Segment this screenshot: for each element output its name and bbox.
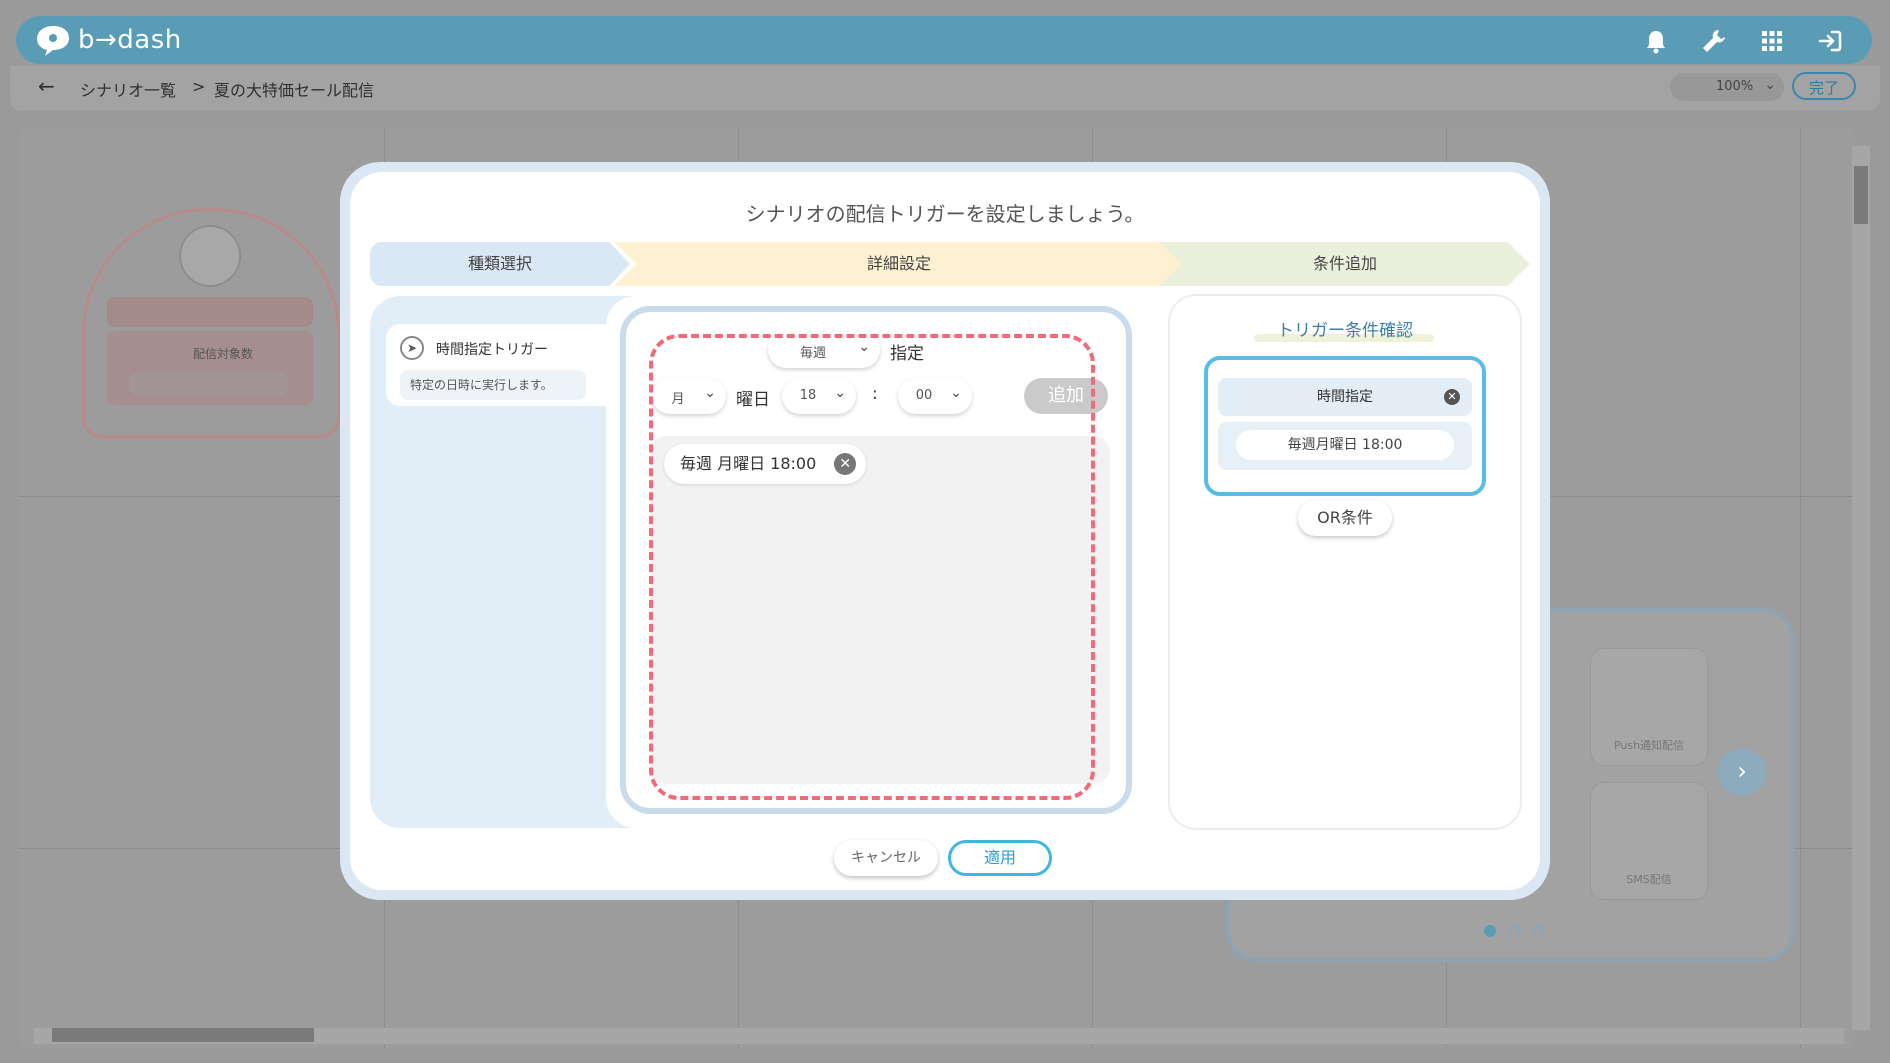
sms-card-label: SMS配信 — [1626, 873, 1672, 886]
condition-body: 毎週月曜日 18:00 — [1218, 422, 1472, 470]
close-icon[interactable]: ✕ — [1444, 389, 1460, 405]
summary-title: トリガー条件確認 — [1277, 321, 1413, 341]
schedule-chip-label: 毎週 月曜日 18:00 — [680, 454, 817, 473]
condition-summary-panel: トリガー条件確認 時間指定 ✕ 毎週月曜日 18:00 OR条件 — [1170, 296, 1520, 828]
breadcrumb-scenario-list[interactable]: シナリオ一覧 — [80, 77, 176, 101]
logo-icon — [37, 26, 69, 56]
breadcrumb-separator: > — [192, 77, 206, 96]
frequency-select[interactable]: 毎週 ⌄ — [768, 332, 880, 368]
carousel-dot[interactable] — [1508, 925, 1520, 937]
time-colon: : — [872, 384, 878, 404]
trigger-type-description: 特定の日時に実行します。 — [400, 370, 586, 400]
segment-title-bar — [107, 297, 313, 327]
trigger-modal: シナリオの配信トリガーを設定しましょう。 種類選択 詳細設定 条件追加 ➤ 時間… — [340, 162, 1550, 900]
detail-frame: 毎週 ⌄ 指定 月 ⌄ 曜日 18 ⌄ : 00 ⌄ 追加 毎週 月曜日 18:… — [620, 306, 1132, 814]
scroll-thumb[interactable] — [52, 1028, 314, 1042]
minute-value: 00 — [915, 388, 933, 403]
carousel-dot[interactable] — [1484, 925, 1496, 937]
cancel-button[interactable]: キャンセル — [834, 840, 938, 876]
breadcrumb-current: 夏の大特価セール配信 — [214, 81, 375, 100]
chevron-down-icon: ⌄ — [950, 385, 962, 401]
schedule-chip: 毎週 月曜日 18:00 ✕ — [664, 444, 867, 484]
push-card-label: Push通知配信 — [1613, 739, 1685, 752]
hour-value: 18 — [799, 388, 817, 403]
added-schedule-list: 毎週 月曜日 18:00 ✕ — [650, 436, 1110, 784]
frequency-value: 毎週 — [799, 346, 826, 361]
condition-header: 時間指定 ✕ — [1218, 378, 1472, 416]
trigger-type-name: 時間指定トリガー — [436, 342, 548, 358]
back-arrow-icon[interactable]: ← — [38, 74, 55, 98]
carousel-dot[interactable] — [1532, 925, 1544, 937]
users-icon — [179, 225, 241, 287]
segment-count-pill — [129, 371, 289, 397]
hour-select[interactable]: 18 ⌄ — [782, 378, 856, 414]
step-add-condition[interactable]: 条件追加 — [1160, 242, 1530, 286]
sms-card[interactable]: SMS配信 — [1590, 782, 1708, 900]
chevron-down-icon: ⌄ — [1764, 77, 1776, 93]
chevron-down-icon: ⌄ — [858, 339, 870, 355]
chevron-down-icon: ⌄ — [704, 385, 716, 401]
condition-box: 時間指定 ✕ 毎週月曜日 18:00 — [1204, 356, 1486, 496]
trigger-settings-panel: ➤ 時間指定トリガー 特定の日時に実行します。 毎週 ⌄ 指定 月 ⌄ 曜日 1… — [370, 296, 1150, 828]
apply-button[interactable]: 適用 — [948, 840, 1052, 876]
modal-title: シナリオの配信トリガーを設定しましょう。 — [745, 202, 1145, 226]
bell-icon[interactable] — [1642, 27, 1670, 55]
condition-value: 毎週月曜日 18:00 — [1236, 430, 1454, 460]
push-card[interactable]: Push通知配信 — [1590, 648, 1708, 766]
zoom-select[interactable]: 100% ⌄ — [1670, 73, 1784, 101]
wrench-icon[interactable] — [1700, 27, 1728, 55]
segment-node[interactable]: 配信対象数 — [82, 208, 340, 438]
send-icon: ➤ — [400, 336, 424, 360]
logo-text: b→dash — [78, 25, 182, 55]
add-button[interactable]: 追加 — [1024, 378, 1108, 414]
grid-line — [1800, 128, 1801, 1048]
carousel-dots — [1484, 922, 1556, 941]
app-logo[interactable]: b→dash — [34, 23, 182, 57]
minute-select[interactable]: 00 ⌄ — [898, 378, 972, 414]
scroll-thumb[interactable] — [1854, 166, 1868, 224]
done-button[interactable]: 完了 — [1792, 72, 1856, 100]
vertical-scrollbar[interactable] — [1852, 146, 1870, 1030]
weekday-value: 月 — [671, 392, 685, 407]
trigger-type-card[interactable]: ➤ 時間指定トリガー 特定の日時に実行します。 — [386, 324, 624, 406]
breadcrumb-bar: ← シナリオ一覧 > 夏の大特価セール配信 100% ⌄ 完了 — [10, 66, 1880, 110]
chevron-right-icon[interactable]: › — [1718, 748, 1766, 796]
chevron-down-icon: ⌄ — [834, 385, 846, 401]
zoom-value: 100% — [1716, 79, 1754, 94]
detail-settings-area: 毎週 ⌄ 指定 月 ⌄ 曜日 18 ⌄ : 00 ⌄ 追加 毎週 月曜日 18:… — [606, 296, 1150, 828]
step-type-select[interactable]: 種類選択 — [370, 242, 630, 286]
step-detail-settings[interactable]: 詳細設定 — [614, 242, 1184, 286]
logout-icon[interactable] — [1816, 27, 1844, 55]
modal-body: シナリオの配信トリガーを設定しましょう。 種類選択 詳細設定 条件追加 ➤ 時間… — [350, 172, 1540, 890]
weekday-select[interactable]: 月 ⌄ — [652, 378, 726, 414]
frequency-suffix: 指定 — [890, 344, 924, 364]
grid-icon[interactable] — [1758, 27, 1786, 55]
horizontal-scrollbar[interactable] — [34, 1028, 1844, 1044]
weekday-suffix: 曜日 — [736, 390, 770, 410]
or-condition-button[interactable]: OR条件 — [1298, 500, 1392, 536]
detail-form: 毎週 ⌄ 指定 月 ⌄ 曜日 18 ⌄ : 00 ⌄ 追加 毎週 月曜日 18:… — [640, 324, 1112, 794]
condition-title: 時間指定 — [1317, 389, 1373, 405]
top-header: b→dash — [16, 16, 1872, 64]
segment-count-label: 配信対象数 — [193, 347, 254, 361]
remove-icon[interactable]: ✕ — [834, 453, 857, 475]
